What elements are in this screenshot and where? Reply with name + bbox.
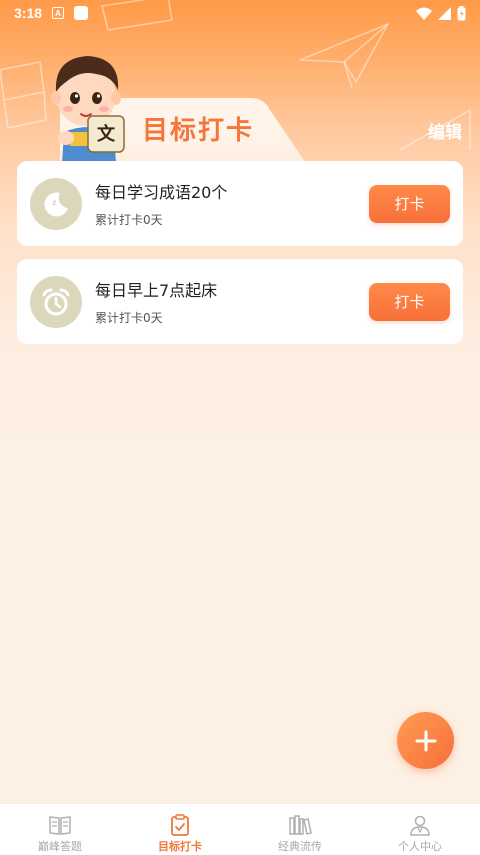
signal-icon	[438, 6, 451, 20]
svg-text:z: z	[52, 198, 57, 207]
bottom-nav: 巅峰答题 目标打卡 经典流传 个人中心	[0, 803, 480, 855]
nav-label: 目标打卡	[158, 840, 202, 853]
moon-sleep-icon: z	[30, 177, 82, 230]
nav-item-profile[interactable]: 个人中心	[360, 804, 480, 855]
goal-checkin-count: 累计打卡0天	[95, 311, 163, 325]
nav-item-goal-checkin[interactable]: 目标打卡	[120, 804, 240, 855]
page-title: 目标打卡	[142, 115, 255, 145]
wifi-icon	[416, 7, 432, 20]
nav-label: 巅峰答题	[38, 840, 82, 853]
goal-title: 每日学习成语20个	[95, 183, 228, 202]
goal-list: z 每日学习成语20个 累计打卡0天 打卡 每日早上7点起床 累计打卡0天 打卡	[17, 161, 463, 357]
bookshelf-icon	[289, 815, 312, 835]
checkin-button[interactable]: 打卡	[369, 184, 450, 223]
notification-square-icon	[74, 6, 89, 20]
person-icon	[410, 815, 430, 836]
goal-checkin-count: 累计打卡0天	[95, 213, 163, 227]
nav-item-classics[interactable]: 经典流传	[240, 804, 360, 855]
goal-title: 每日早上7点起床	[95, 281, 218, 300]
app-notification-icon: A	[52, 7, 65, 19]
nav-label: 经典流传	[278, 840, 322, 853]
battery-icon	[457, 5, 466, 20]
mascot-boy-illustration	[51, 56, 125, 164]
add-goal-button[interactable]	[397, 712, 454, 769]
plus-icon	[415, 730, 436, 751]
nav-label: 个人中心	[398, 840, 442, 853]
checkin-button[interactable]: 打卡	[369, 282, 450, 321]
alarm-clock-icon	[30, 275, 82, 328]
goal-card: 每日早上7点起床 累计打卡0天 打卡	[17, 259, 463, 344]
mascot-badge-text: 文	[97, 124, 115, 145]
checklist-icon	[171, 814, 189, 836]
edit-button[interactable]: 编辑	[428, 118, 462, 143]
nav-item-peak-quiz[interactable]: 巅峰答题	[0, 804, 120, 855]
goal-card: z 每日学习成语20个 累计打卡0天 打卡	[17, 161, 463, 246]
open-book-icon	[49, 816, 71, 835]
status-bar: 3:18 A	[0, 0, 480, 26]
status-time: 3:18	[14, 5, 43, 21]
